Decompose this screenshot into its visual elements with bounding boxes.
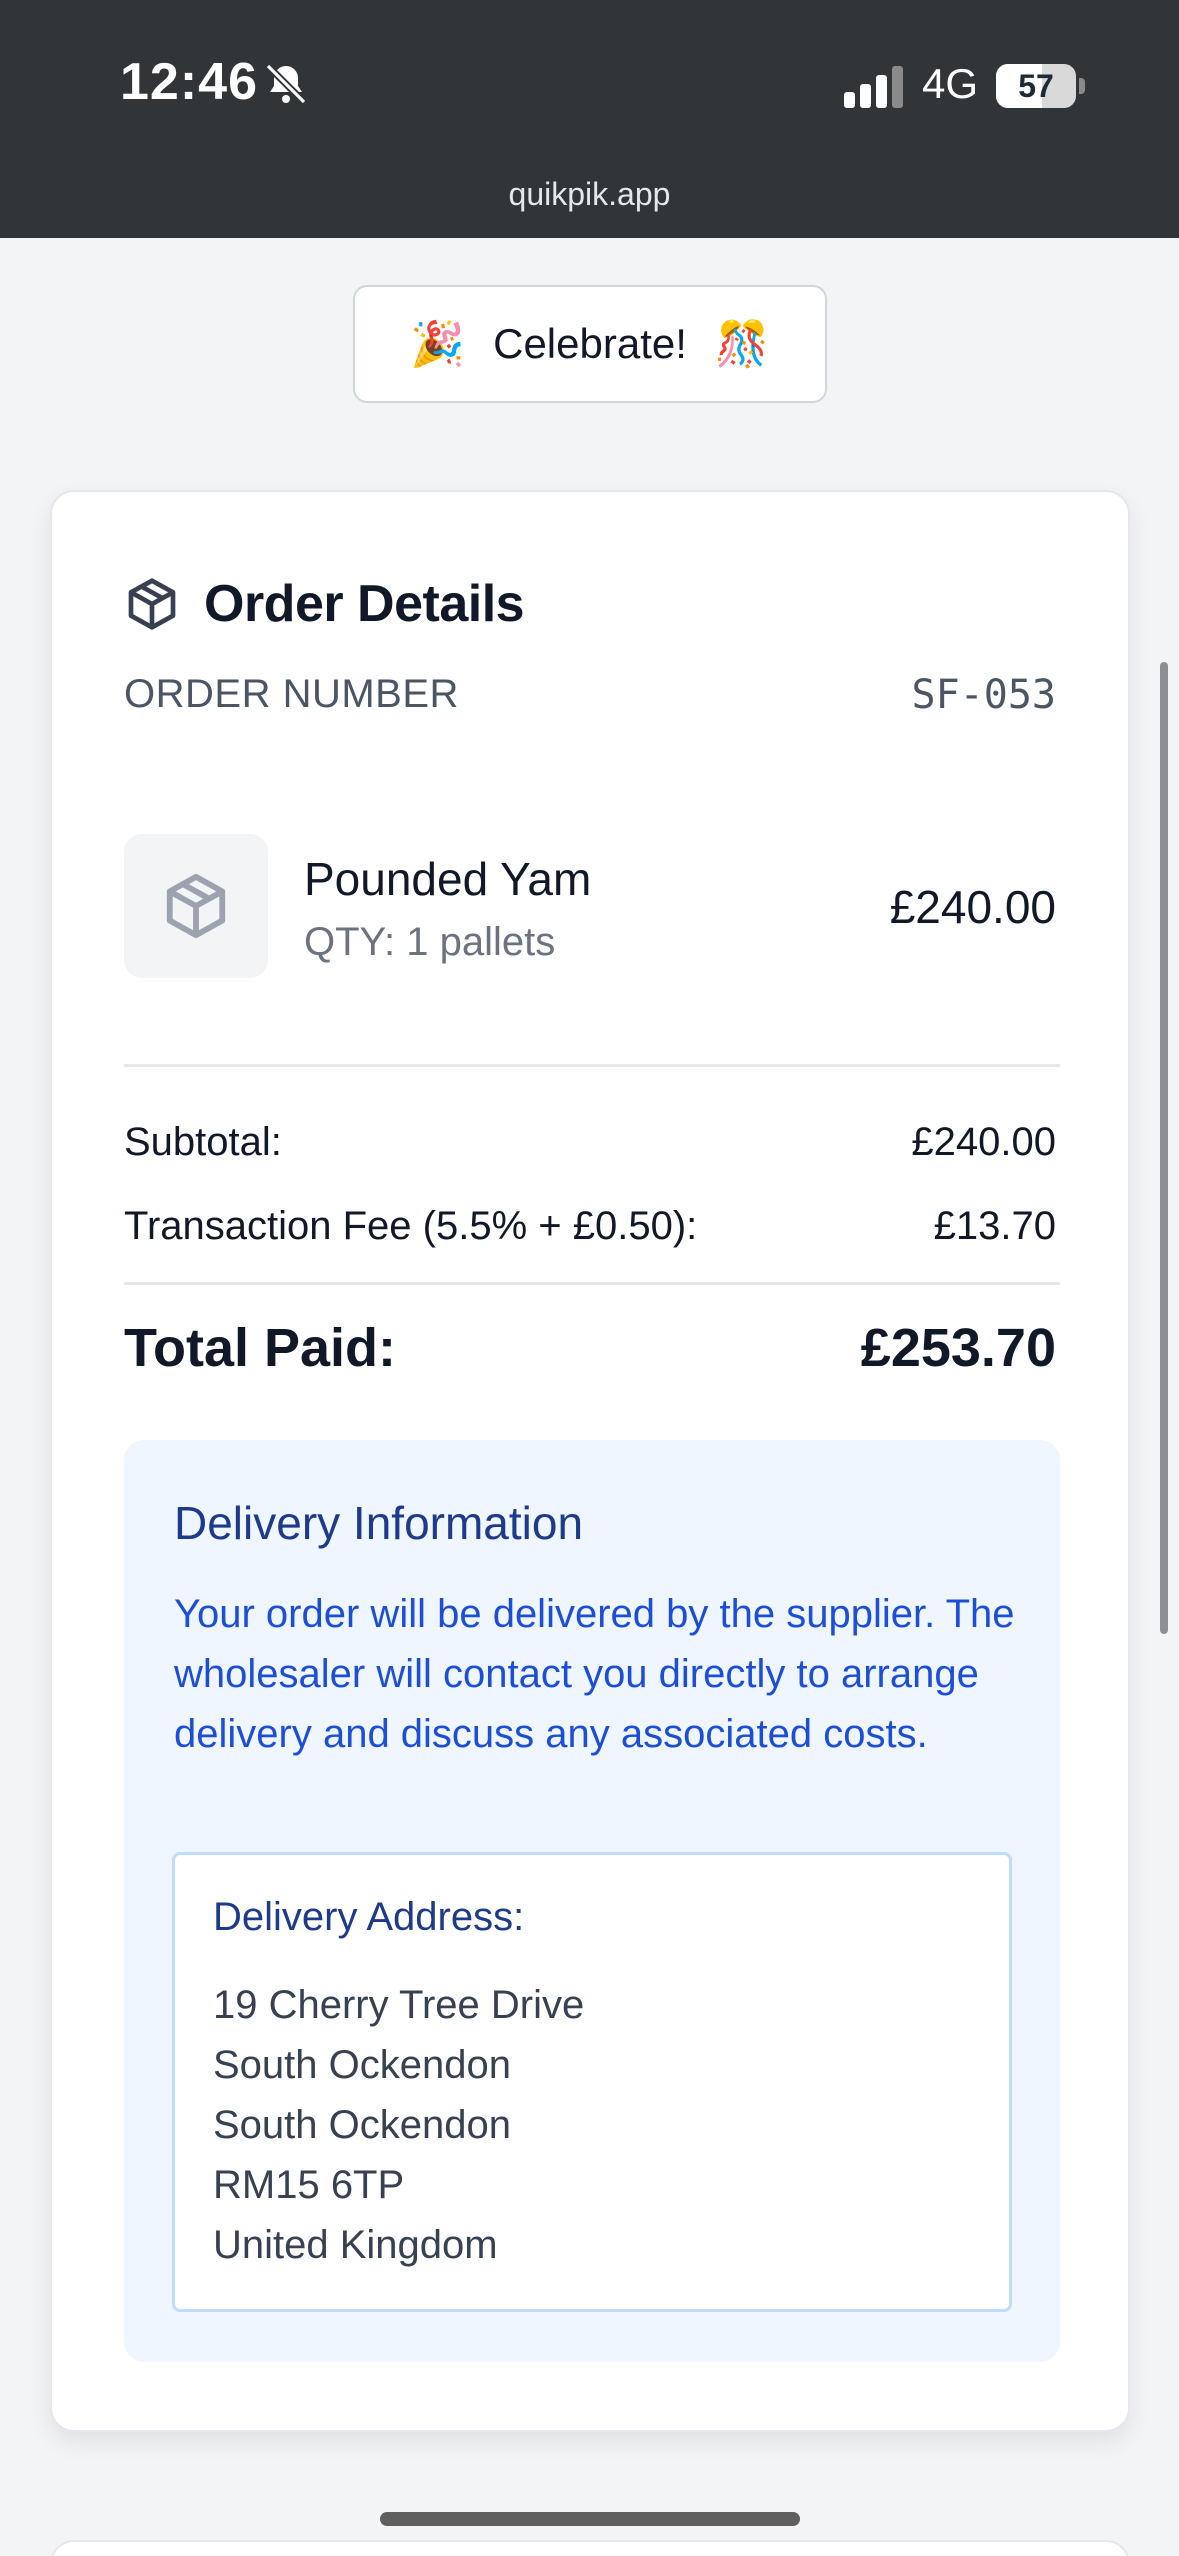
card-header: Order Details — [124, 574, 525, 634]
next-card — [50, 2540, 1130, 2556]
bell-slash-icon — [265, 63, 307, 105]
confetti-ball-icon: 🎊 — [714, 320, 770, 369]
battery-indicator: 57 — [996, 64, 1076, 108]
total-paid-label: Total Paid: — [124, 1318, 397, 1378]
delivery-address: 19 Cherry Tree Drive South Ockendon Sout… — [213, 1975, 584, 2275]
subtotal-label: Subtotal: — [124, 1120, 282, 1164]
item-thumbnail — [124, 834, 268, 978]
order-number-label: ORDER NUMBER — [124, 672, 459, 716]
package-icon — [128, 578, 176, 630]
delivery-title: Delivery Information — [174, 1497, 584, 1549]
party-popper-icon: 🎉 — [410, 320, 466, 369]
network-label: 4G — [922, 60, 979, 107]
item-price: £240.00 — [889, 881, 1056, 933]
status-bar: 12:46 4G 57 quikpik.app — [0, 0, 1179, 238]
delivery-address-title: Delivery Address: — [213, 1895, 525, 1939]
item-name: Pounded Yam — [304, 853, 592, 905]
fee-value: £13.70 — [933, 1204, 1056, 1248]
delivery-description: Your order will be delivered by the supp… — [174, 1592, 1015, 1756]
fee-label: Transaction Fee (5.5% + £0.50): — [124, 1204, 698, 1248]
package-icon — [166, 873, 226, 939]
signal-icon — [844, 66, 903, 108]
address-line: South Ockendon — [213, 2043, 511, 2087]
battery-level: 57 — [1018, 68, 1054, 104]
address-line: 19 Cherry Tree Drive — [213, 1983, 585, 2027]
address-line: RM15 6TP — [213, 2163, 405, 2207]
url-label[interactable]: quikpik.app — [0, 176, 1179, 213]
status-time: 12:46 — [120, 53, 258, 111]
total-paid-value: £253.70 — [860, 1318, 1056, 1378]
item-quantity: QTY: 1 pallets — [304, 920, 556, 964]
delivery-address-box: Delivery Address: 19 Cherry Tree Drive S… — [172, 1852, 1012, 2312]
address-line: South Ockendon — [213, 2103, 511, 2147]
celebrate-label: Celebrate! — [493, 320, 687, 367]
home-indicator[interactable] — [380, 2512, 800, 2526]
battery-tip — [1079, 78, 1085, 94]
divider — [124, 1064, 1060, 1067]
card-title: Order Details — [204, 575, 525, 633]
celebrate-button[interactable]: 🎉 Celebrate! 🎊 — [353, 285, 827, 403]
subtotal-value: £240.00 — [911, 1120, 1056, 1164]
divider — [124, 1282, 1060, 1285]
address-line: United Kingdom — [213, 2223, 498, 2267]
order-details-card: Order Details ORDER NUMBER SF-053 Pounde… — [50, 490, 1130, 2432]
scrollbar[interactable] — [1160, 662, 1168, 1634]
delivery-information-panel: Delivery Information Your order will be … — [124, 1440, 1060, 2362]
order-number-value: SF-053 — [911, 672, 1057, 718]
